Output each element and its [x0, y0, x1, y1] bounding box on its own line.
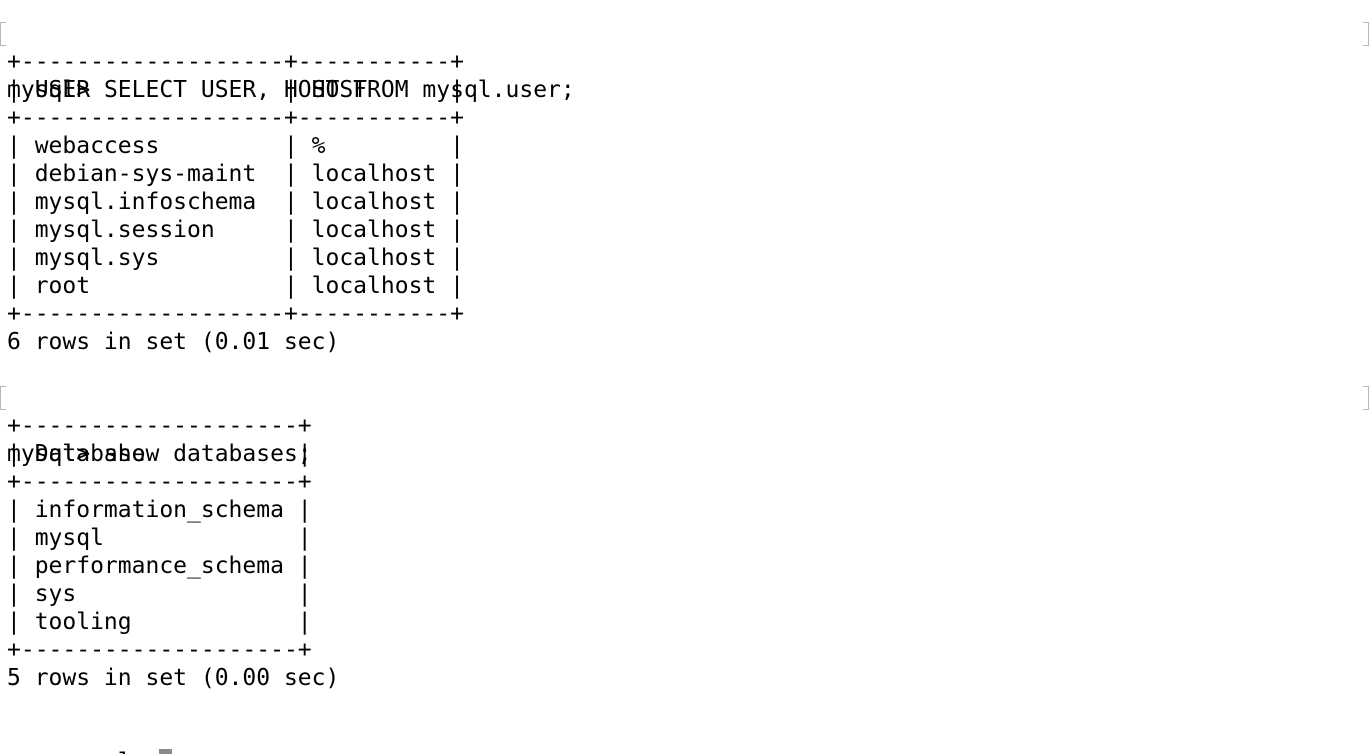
active-prompt-line[interactable]: mysql>	[7, 720, 173, 754]
command-mark-left	[0, 22, 6, 46]
table2-header-row: | Database |	[7, 441, 312, 467]
table1-row: | root | localhost |	[7, 273, 464, 299]
prompt: mysql>	[62, 749, 159, 754]
command-line-2: mysql> show databases;	[0, 384, 1371, 467]
command-line-1: mysql> SELECT USER, HOST FROM mysql.user…	[0, 20, 1371, 103]
table1-row: | mysql.sys | localhost |	[7, 245, 464, 271]
table1-header-border: +-------------------+-----------+	[7, 105, 464, 131]
table1-summary: 6 rows in set (0.01 sec)	[7, 329, 340, 355]
table2-row: | performance_schema |	[7, 553, 312, 579]
table2-header-border: +--------------------+	[7, 469, 312, 495]
table2-top-border: +--------------------+	[7, 413, 312, 439]
table1-bottom-border: +-------------------+-----------+	[7, 301, 464, 327]
table1-row: | webaccess | % |	[7, 133, 464, 159]
table1-row: | debian-sys-maint | localhost |	[7, 161, 464, 187]
table2-row: | mysql |	[7, 525, 312, 551]
terminal-window[interactable]: mysql> SELECT USER, HOST FROM mysql.user…	[0, 0, 1371, 754]
table2-bottom-border: +--------------------+	[7, 637, 312, 663]
table1-top-border: +-------------------+-----------+	[7, 49, 464, 75]
command-mark-right	[1363, 386, 1369, 410]
table2-summary: 5 rows in set (0.00 sec)	[7, 665, 340, 691]
command-mark-right	[1363, 22, 1369, 46]
table2-row: | sys |	[7, 581, 312, 607]
table1-row: | mysql.infoschema | localhost |	[7, 189, 464, 215]
table1-header-row: | USER | HOST |	[7, 77, 464, 103]
table1-row: | mysql.session | localhost |	[7, 217, 464, 243]
table2-row: | information_schema |	[7, 497, 312, 523]
text-cursor[interactable]	[159, 749, 173, 754]
command-mark-left	[0, 386, 6, 410]
table2-row: | tooling |	[7, 609, 312, 635]
